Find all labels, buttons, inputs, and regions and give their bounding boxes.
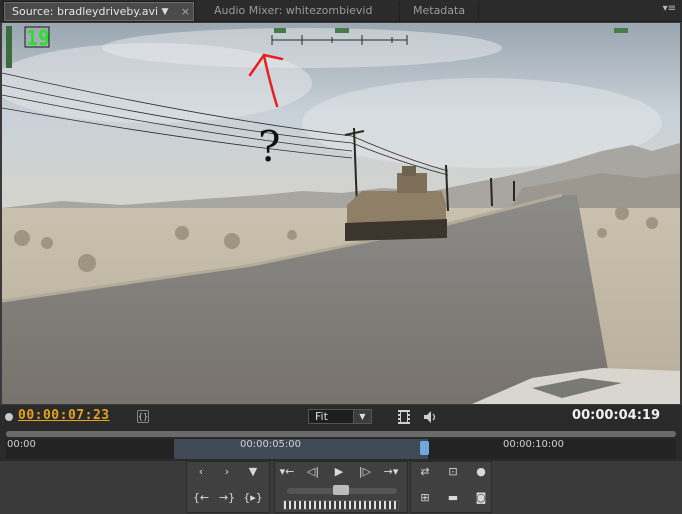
insert-icon[interactable]: ⊞ — [414, 488, 436, 508]
tick-label: 00:00:10:00 — [503, 439, 565, 450]
transport-controls: ‹ › ▼ {← →} {▸} ▾← ◁| ▶ |▷ →▾ ⇄ ⊡ ● ⊞ ▬ … — [0, 461, 682, 514]
close-icon[interactable]: × — [181, 2, 190, 22]
tick-label: 00:00 — [7, 439, 36, 450]
tab-source-label: Source: bradleydriveby.avi — [12, 5, 159, 18]
playhead-indicator-icon — [5, 413, 13, 421]
overlay-icon[interactable]: ▬ — [442, 488, 464, 508]
zoom-scroll-bar[interactable] — [6, 431, 676, 437]
step-forward-icon[interactable]: |▷ — [354, 462, 376, 482]
hud-counter: 19 — [26, 26, 50, 50]
play-in-to-out-icon[interactable]: {▸} — [242, 488, 264, 508]
panel-tab-bar: Source: bradleydriveby.avi ▼ × Audio Mix… — [0, 0, 682, 22]
tab-metadata[interactable]: Metadata — [405, 1, 479, 21]
play-icon[interactable]: ▶ — [328, 462, 350, 482]
go-to-next-marker-icon[interactable]: →▾ — [380, 462, 402, 482]
chevron-down-icon: ▼ — [353, 410, 371, 423]
set-out-icon[interactable]: › — [216, 462, 238, 482]
shuttle-slider[interactable] — [283, 500, 399, 510]
set-marker-icon[interactable]: ▼ — [242, 462, 264, 482]
film-icon[interactable] — [397, 409, 411, 425]
go-to-in-icon[interactable]: {← — [190, 488, 212, 508]
tab-metadata-label: Metadata — [413, 4, 466, 17]
playhead-handle[interactable] — [420, 441, 429, 455]
annotation-question-mark: ? — [258, 122, 281, 171]
tab-source[interactable]: Source: bradleydriveby.avi ▼ × — [3, 1, 195, 21]
zoom-select[interactable]: Fit ▼ — [308, 409, 372, 424]
jog-handle[interactable] — [333, 485, 349, 495]
output-icon[interactable]: ● — [470, 462, 492, 482]
video-preview[interactable]: 19 ? — [2, 23, 680, 404]
tab-audio-mixer[interactable]: Audio Mixer: whitezombievid — [206, 1, 400, 21]
source-info-row: 00:00:07:23 {} Fit ▼ 00:00:04:19 — [0, 405, 682, 429]
marker-icon[interactable]: {} — [137, 410, 149, 423]
step-back-icon[interactable]: ◁| — [302, 462, 324, 482]
loop-icon[interactable]: ⇄ — [414, 462, 436, 482]
zoom-select-value: Fit — [315, 410, 328, 423]
chevron-down-icon[interactable]: ▼ — [158, 5, 172, 19]
export-frame-icon[interactable]: ◙ — [470, 488, 492, 508]
set-in-icon[interactable]: ‹ — [190, 462, 212, 482]
go-to-out-icon[interactable]: →} — [216, 488, 238, 508]
current-timecode[interactable]: 00:00:07:23 — [18, 408, 110, 423]
speaker-icon[interactable] — [422, 409, 438, 425]
tick-label: 00:00:05:00 — [240, 439, 302, 450]
panel-menu-icon[interactable]: ▾≡ — [663, 3, 676, 14]
video-frame: 19 ? — [2, 23, 680, 404]
go-to-previous-marker-icon[interactable]: ▾← — [276, 462, 298, 482]
duration-timecode: 00:00:04:19 — [572, 408, 660, 423]
safe-margins-icon[interactable]: ⊡ — [442, 462, 464, 482]
time-ruler[interactable]: 00:00 00:00:05:00 00:00:10:00 — [0, 429, 682, 461]
tab-audio-mixer-label: Audio Mixer: whitezombievid — [214, 4, 373, 17]
